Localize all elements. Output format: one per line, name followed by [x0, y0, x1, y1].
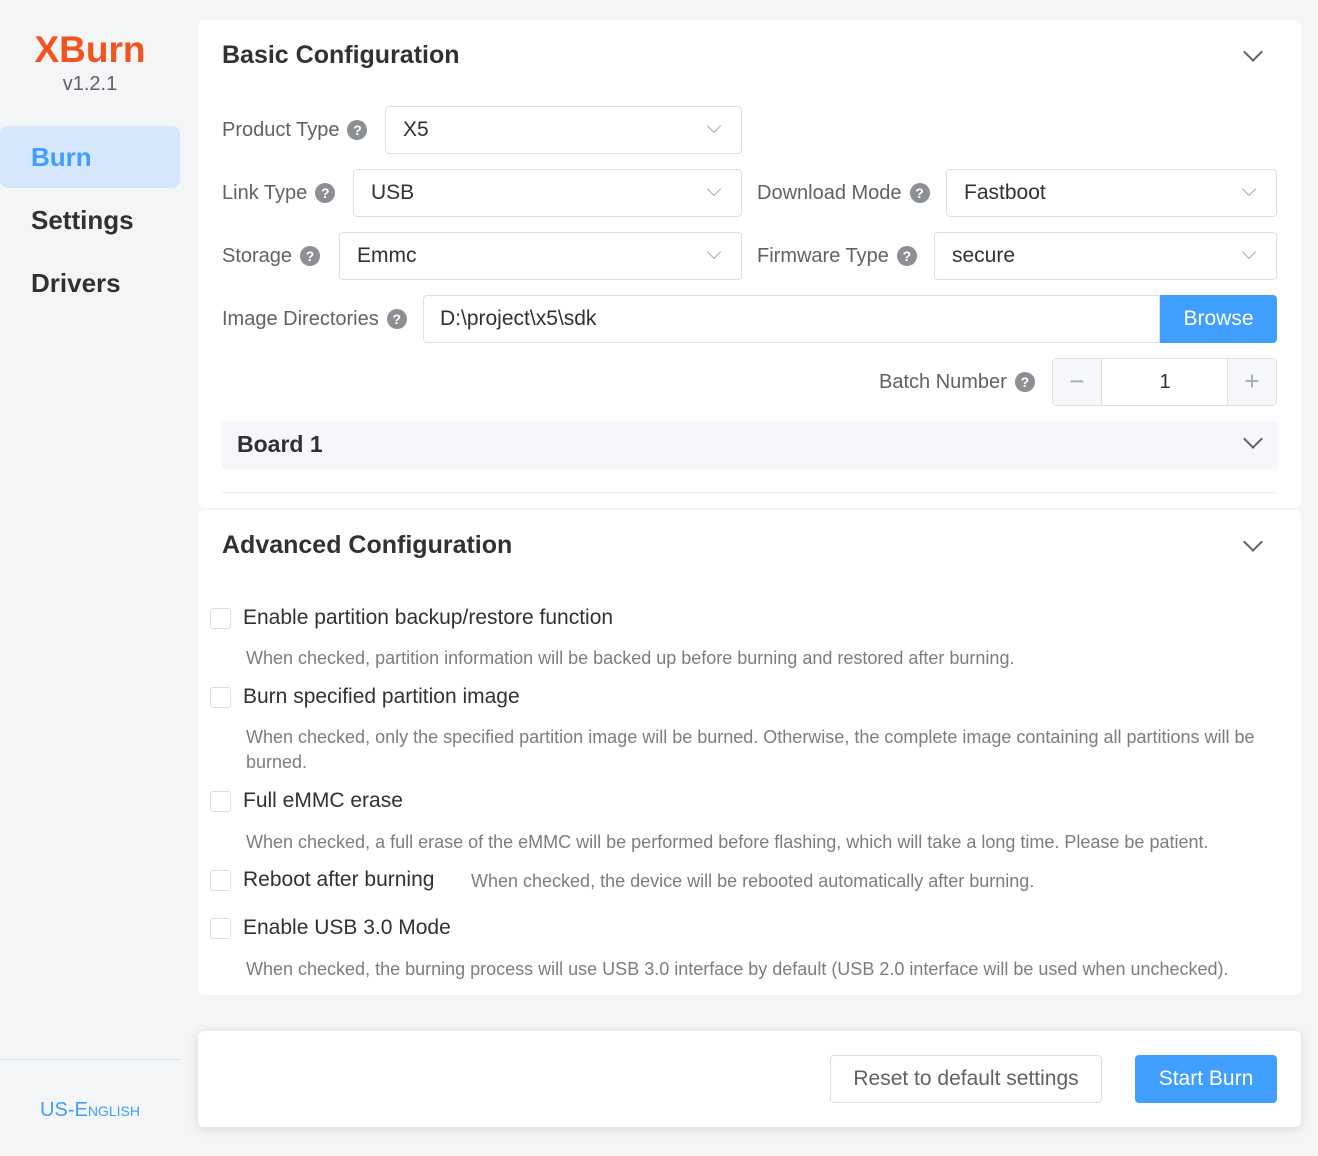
question-circle-icon: ? [909, 183, 930, 203]
batch-number-stepper: − 1 + [1052, 358, 1277, 406]
chevron-down-icon [1243, 429, 1263, 449]
question-circle-icon: ? [300, 246, 321, 266]
nav-item-settings[interactable]: Settings [0, 189, 180, 251]
usb3-mode-checkbox[interactable] [210, 918, 231, 939]
image-dirs-value: D:\project\x5\sdk [440, 307, 597, 330]
image-dirs-label-text: Image Directories [222, 308, 379, 330]
link-type-label-text: Link Type [222, 182, 308, 204]
batch-number-label: Batch Number? [879, 370, 1035, 394]
batch-number-value[interactable]: 1 [1103, 359, 1227, 405]
reboot-after-burning-label: Reboot after burning [243, 868, 435, 891]
sidebar-divider [0, 1059, 180, 1060]
advanced-config-collapse-icon[interactable] [1243, 532, 1263, 552]
firmware-type-select[interactable]: secure [934, 232, 1277, 280]
storage-label-text: Storage [222, 245, 293, 267]
nav-item-drivers[interactable]: Drivers [0, 252, 180, 314]
start-burn-button[interactable]: Start Burn [1135, 1055, 1277, 1103]
increment-button[interactable]: + [1227, 359, 1276, 405]
question-circle-icon: ? [315, 183, 336, 203]
full-emmc-erase-label: Full eMMC erase [243, 789, 403, 812]
usb3-mode-label: Enable USB 3.0 Mode [243, 916, 451, 939]
chevron-down-icon [706, 181, 722, 197]
usb3-mode-desc: When checked, the burning process will u… [246, 959, 1229, 979]
advanced-config-card: Advanced Configuration Enable partition … [198, 510, 1301, 995]
basic-config-card: Basic Configuration Product Type? X5 Lin… [198, 20, 1301, 508]
burn-partition-image-desc: When checked, only the specified partiti… [246, 727, 1255, 772]
reboot-after-burning-desc: When checked, the device will be reboote… [471, 871, 1035, 891]
download-mode-select[interactable]: Fastboot [946, 169, 1277, 217]
partition-backup-desc: When checked, partition information will… [246, 648, 1015, 668]
reset-defaults-button[interactable]: Reset to default settings [830, 1055, 1102, 1103]
batch-number-label-text: Batch Number [879, 371, 1007, 393]
language-switch[interactable]: US-English [0, 1098, 180, 1122]
link-type-label: Link Type? [222, 181, 336, 205]
question-circle-icon: ? [347, 120, 368, 140]
download-mode-label: Download Mode? [757, 181, 930, 205]
advanced-config-title: Advanced Configuration [222, 531, 513, 559]
basic-config-collapse-icon[interactable] [1243, 42, 1263, 62]
browse-button[interactable]: Browse [1160, 295, 1277, 343]
link-type-select[interactable]: USB [353, 169, 742, 217]
reboot-after-burning-checkbox[interactable] [210, 870, 231, 891]
action-bar: Reset to default settings Start Burn [198, 1031, 1301, 1127]
download-mode-value: Fastboot [964, 181, 1046, 204]
app-version: v1.2.1 [62, 73, 118, 95]
language-label: US-English [40, 1099, 140, 1121]
sidebar: XBurn v1.2.1 Burn Settings Drivers US-En… [0, 0, 180, 1156]
burn-partition-image-checkbox[interactable] [210, 687, 231, 708]
link-type-value: USB [371, 181, 415, 204]
full-emmc-erase-checkbox[interactable] [210, 791, 231, 812]
app-logo: XBurn [34, 29, 146, 70]
storage-label: Storage? [222, 244, 321, 268]
download-mode-label-text: Download Mode [757, 182, 902, 204]
partition-backup-label: Enable partition backup/restore function [243, 606, 614, 629]
full-emmc-erase-desc: When checked, a full erase of the eMMC w… [246, 832, 1209, 852]
chevron-down-icon [1241, 181, 1257, 197]
board-divider [222, 492, 1277, 493]
decrement-button[interactable]: − [1053, 359, 1102, 405]
firmware-type-label-text: Firmware Type [757, 245, 889, 267]
board-title: Board 1 [237, 431, 323, 457]
chevron-down-icon [706, 118, 722, 134]
product-type-value: X5 [403, 118, 429, 141]
product-type-label-text: Product Type [222, 119, 340, 141]
burn-partition-image-label: Burn specified partition image [243, 685, 520, 708]
question-circle-icon: ? [1014, 372, 1035, 392]
image-dirs-input[interactable]: D:\project\x5\sdk [423, 295, 1160, 343]
product-type-select[interactable]: X5 [385, 106, 742, 154]
storage-value: Emmc [357, 244, 417, 267]
chevron-down-icon [1241, 244, 1257, 260]
basic-config-title: Basic Configuration [222, 41, 460, 69]
question-circle-icon: ? [386, 309, 407, 329]
board-collapse-header[interactable]: Board 1 [222, 421, 1277, 467]
chevron-down-icon [706, 244, 722, 260]
firmware-type-value: secure [952, 244, 1016, 267]
nav-item-burn[interactable]: Burn [0, 126, 180, 188]
product-type-label: Product Type? [222, 118, 368, 142]
image-dirs-label: Image Directories? [222, 307, 407, 331]
question-circle-icon: ? [896, 246, 917, 266]
storage-select[interactable]: Emmc [339, 232, 742, 280]
firmware-type-label: Firmware Type? [757, 244, 917, 268]
partition-backup-checkbox[interactable] [210, 608, 231, 629]
